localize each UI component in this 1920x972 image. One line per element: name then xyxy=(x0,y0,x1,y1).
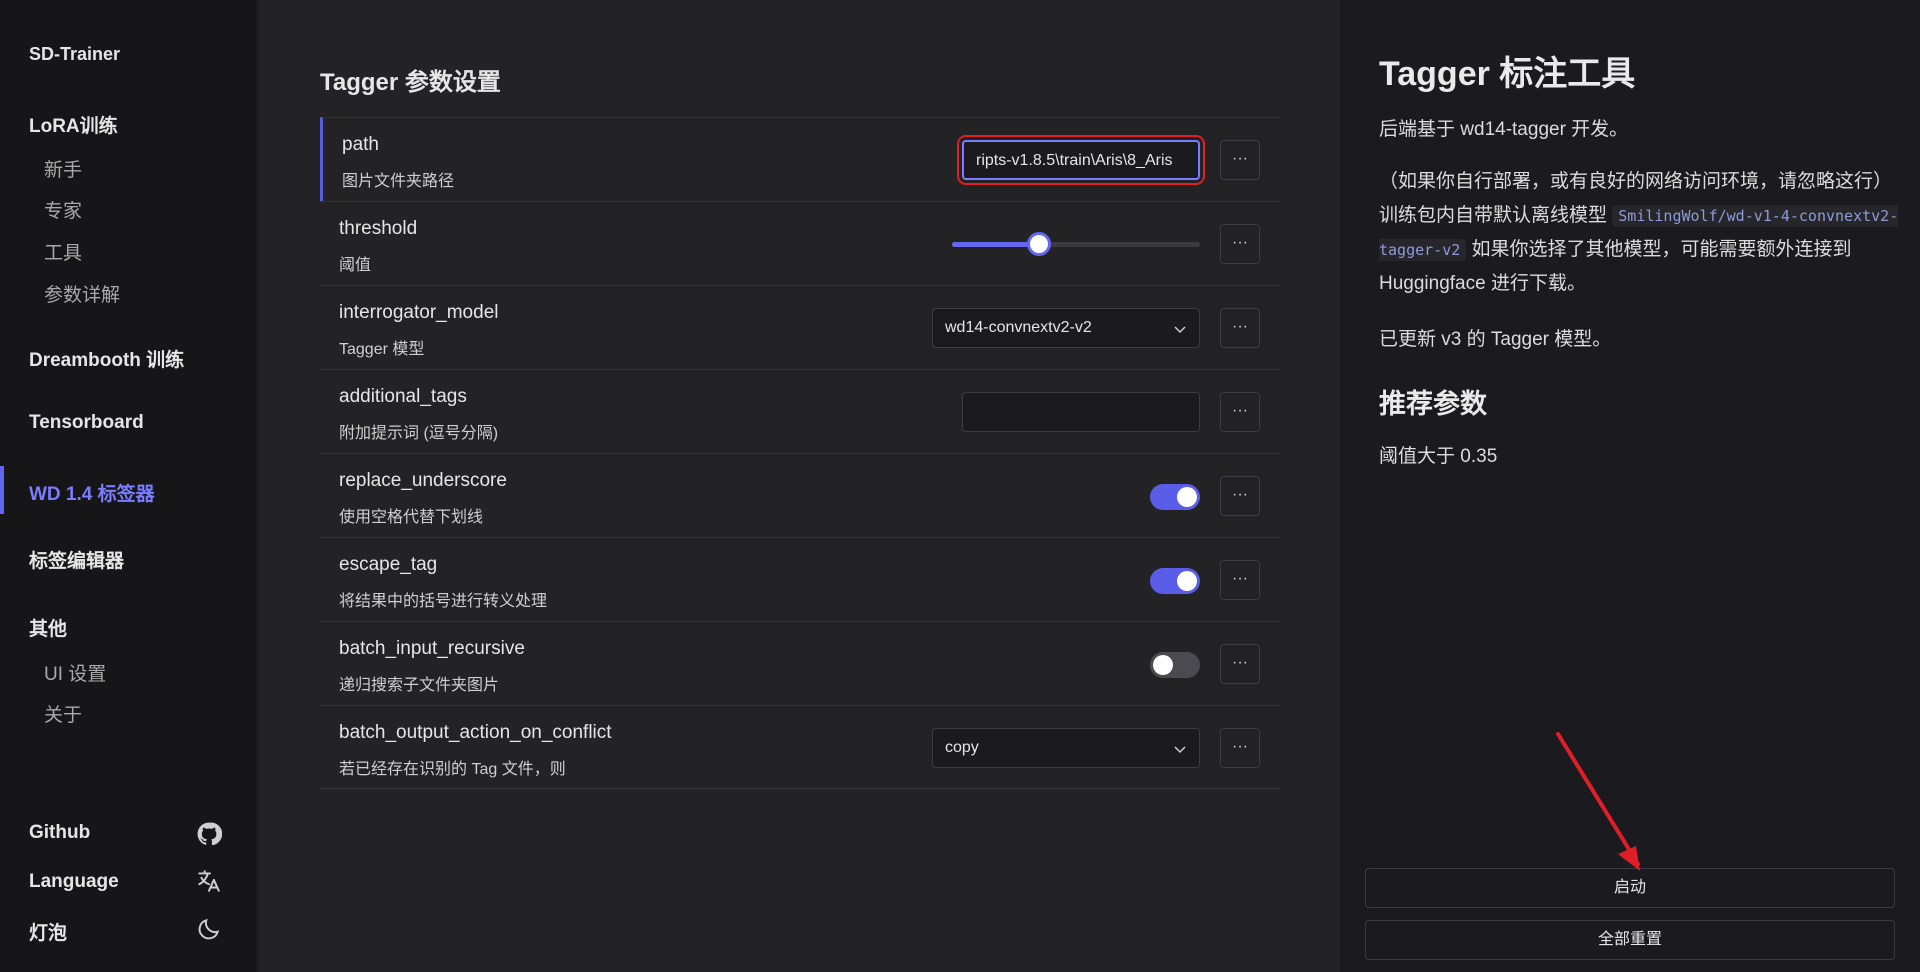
toggle-knob xyxy=(1153,655,1173,675)
model-select[interactable]: wd14-convnextv2-v2 xyxy=(932,308,1200,348)
nav-item-about[interactable]: 关于 xyxy=(44,700,82,727)
toggle-knob xyxy=(1177,487,1197,507)
batch-input-recursive-toggle[interactable] xyxy=(1150,652,1200,678)
help-paragraph: （如果你自行部署，或有良好的网络访问环境，请忽略这行）训练包内自带默认离线模型 … xyxy=(1379,165,1899,301)
escape-tag-toggle[interactable] xyxy=(1150,568,1200,594)
chevron-down-icon xyxy=(1174,746,1186,754)
nav-item-params[interactable]: 参数详解 xyxy=(44,280,120,307)
param-row-interrogator-model: interrogator_model Tagger 模型 wd14-convne… xyxy=(320,285,1280,369)
more-button[interactable]: ··· xyxy=(1220,308,1260,348)
slider-thumb[interactable] xyxy=(1026,232,1051,256)
param-row-batch-output-action: batch_output_action_on_conflict 若已经存在识别的… xyxy=(320,705,1280,789)
param-name: additional_tags xyxy=(339,386,467,407)
threshold-slider[interactable] xyxy=(952,224,1200,264)
main-panel: Tagger 参数设置 path 图片文件夹路径 ripts-v1.8.5\tr… xyxy=(259,0,1340,972)
conflict-action-select[interactable]: copy xyxy=(932,728,1200,768)
help-paragraph: 阈值大于 0.35 xyxy=(1379,446,1498,467)
nav-item-tools[interactable]: 工具 xyxy=(44,238,82,265)
param-name: batch_input_recursive xyxy=(339,638,525,659)
active-indicator xyxy=(0,466,4,514)
nav-group-tensorboard[interactable]: Tensorboard xyxy=(29,412,144,434)
reset-all-button[interactable]: 全部重置 xyxy=(1365,920,1895,960)
params-list: path 图片文件夹路径 ripts-v1.8.5\train\Aris\8_A… xyxy=(320,117,1280,789)
section-title: Tagger 参数设置 xyxy=(320,69,501,96)
nav-group-wd-tagger[interactable]: WD 1.4 标签器 xyxy=(29,479,155,506)
path-input[interactable]: ripts-v1.8.5\train\Aris\8_Aris xyxy=(957,135,1205,185)
param-name: batch_output_action_on_conflict xyxy=(339,722,612,743)
param-name: escape_tag xyxy=(339,554,438,575)
app-window: SD-Trainer LoRA训练 新手 专家 工具 参数详解 Dreamboo… xyxy=(0,0,1920,972)
toggle-knob xyxy=(1177,571,1197,591)
param-desc: Tagger 模型 xyxy=(339,341,425,358)
param-row-additional-tags: additional_tags 附加提示词 (逗号分隔) ··· xyxy=(320,369,1280,453)
nav-item-beginner[interactable]: 新手 xyxy=(44,155,82,182)
more-button[interactable]: ··· xyxy=(1220,392,1260,432)
more-button[interactable]: ··· xyxy=(1220,560,1260,600)
more-button[interactable]: ··· xyxy=(1220,728,1260,768)
brand-title[interactable]: SD-Trainer xyxy=(29,44,120,65)
param-desc: 递归搜索子文件夹图片 xyxy=(339,677,500,694)
help-paragraph: 已更新 v3 的 Tagger 模型。 xyxy=(1379,329,1612,350)
param-row-batch-input-recursive: batch_input_recursive 递归搜索子文件夹图片 ··· xyxy=(320,621,1280,705)
param-name: interrogator_model xyxy=(339,302,499,323)
footer-language[interactable]: Language xyxy=(29,871,119,893)
footer-theme[interactable]: 灯泡 xyxy=(29,918,67,945)
nav-item-expert[interactable]: 专家 xyxy=(44,196,82,223)
param-desc: 使用空格代替下划线 xyxy=(339,509,484,526)
recommended-heading: 推荐参数 xyxy=(1379,389,1487,419)
more-button[interactable]: ··· xyxy=(1220,140,1260,180)
help-title: Tagger 标注工具 xyxy=(1379,55,1636,93)
moon-icon[interactable] xyxy=(196,916,222,942)
param-desc: 阈值 xyxy=(339,257,372,274)
param-name: threshold xyxy=(339,218,418,239)
nav-group-dreambooth[interactable]: Dreambooth 训练 xyxy=(29,345,184,372)
slider-fill xyxy=(952,242,1039,247)
more-button[interactable]: ··· xyxy=(1220,224,1260,264)
nav-item-ui-settings[interactable]: UI 设置 xyxy=(44,659,106,686)
nav-group-other[interactable]: 其他 xyxy=(29,614,67,641)
param-desc: 图片文件夹路径 xyxy=(342,173,455,190)
param-row-escape-tag: escape_tag 将结果中的括号进行转义处理 ··· xyxy=(320,537,1280,621)
additional-tags-input[interactable] xyxy=(962,392,1200,432)
translate-icon[interactable] xyxy=(196,868,222,894)
param-name: replace_underscore xyxy=(339,470,507,491)
sidebar: SD-Trainer LoRA训练 新手 专家 工具 参数详解 Dreamboo… xyxy=(0,0,258,972)
param-desc: 将结果中的括号进行转义处理 xyxy=(339,593,548,610)
param-row-path: path 图片文件夹路径 ripts-v1.8.5\train\Aris\8_A… xyxy=(320,117,1280,201)
param-row-replace-underscore: replace_underscore 使用空格代替下划线 ··· xyxy=(320,453,1280,537)
start-button[interactable]: 启动 xyxy=(1365,868,1895,908)
param-row-threshold: threshold 阈值 ··· xyxy=(320,201,1280,285)
param-desc: 若已经存在识别的 Tag 文件，则 xyxy=(339,761,566,778)
select-value: wd14-convnextv2-v2 xyxy=(945,319,1092,336)
nav-group-tag-editor[interactable]: 标签编辑器 xyxy=(29,546,124,573)
help-paragraph: 后端基于 wd14-tagger 开发。 xyxy=(1379,119,1629,140)
chevron-down-icon xyxy=(1174,326,1186,334)
github-icon[interactable] xyxy=(196,821,223,847)
param-desc: 附加提示词 (逗号分隔) xyxy=(339,425,499,442)
nav-group-lora[interactable]: LoRA训练 xyxy=(29,111,118,138)
select-value: copy xyxy=(945,739,979,756)
param-name: path xyxy=(342,134,379,155)
replace-underscore-toggle[interactable] xyxy=(1150,484,1200,510)
more-button[interactable]: ··· xyxy=(1220,476,1260,516)
more-button[interactable]: ··· xyxy=(1220,644,1260,684)
help-panel: Tagger 标注工具 后端基于 wd14-tagger 开发。 （如果你自行部… xyxy=(1341,0,1920,972)
footer-github[interactable]: Github xyxy=(29,822,90,844)
